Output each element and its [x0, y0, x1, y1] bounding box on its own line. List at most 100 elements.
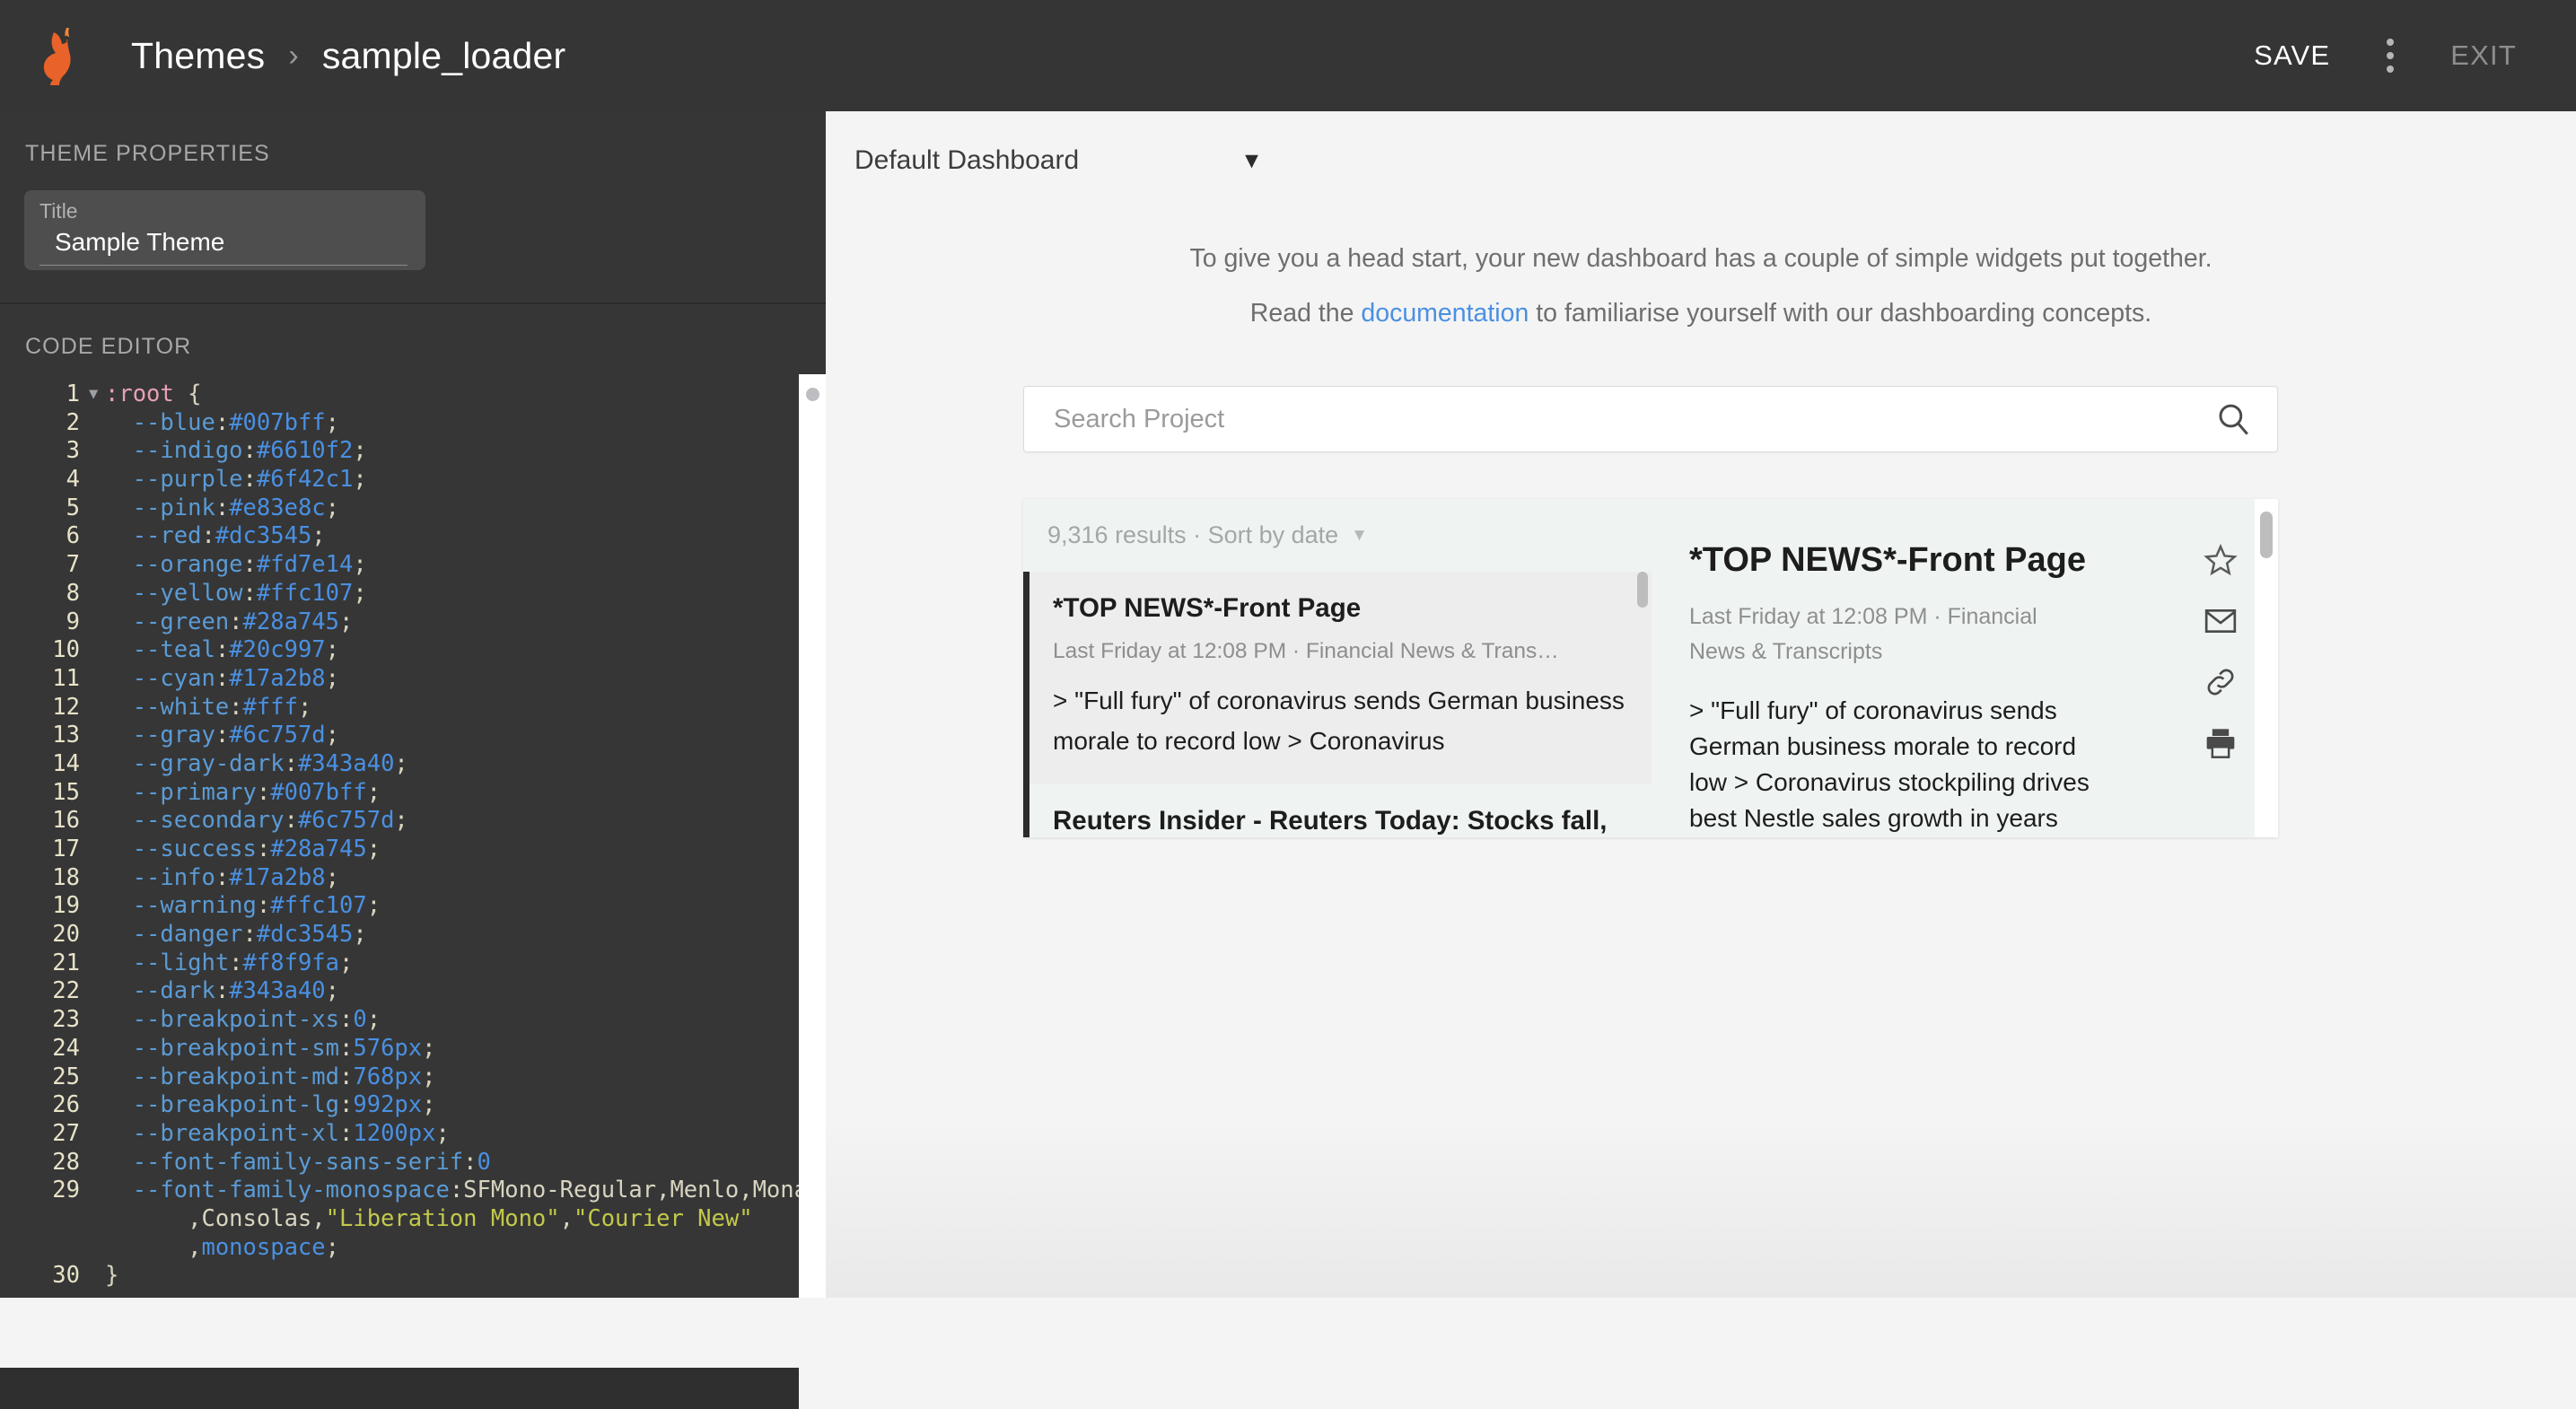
code-text: --breakpoint-lg:992px; — [105, 1091, 436, 1119]
line-number: 2 — [66, 408, 80, 436]
results-panel: 9,316 results · Sort by date ▼ *TOP NEWS… — [1023, 499, 2278, 837]
title-field-label: Title — [39, 199, 78, 223]
detail-meta: Last Friday at 12:08 PM · Financial News… — [1689, 604, 2037, 664]
code-line: 18 --info:#17a2b8; — [0, 864, 799, 893]
search-bar[interactable] — [1023, 386, 2278, 452]
detail-title: *TOP NEWS*-Front Page — [1689, 541, 2086, 579]
search-input[interactable] — [1052, 403, 2214, 435]
code-text: --yellow:#ffc107; — [105, 579, 367, 607]
line-number: 12 — [52, 693, 80, 721]
envelope-icon[interactable] — [2203, 603, 2239, 639]
line-number: 13 — [52, 722, 80, 749]
code-line: 10 --teal:#20c997; — [0, 636, 799, 665]
breadcrumb-root[interactable]: Themes — [126, 35, 270, 77]
left-sidebar: THEME PROPERTIES Title Sample Theme CODE… — [0, 111, 826, 1409]
code-text: --red:#dc3545; — [105, 522, 326, 550]
line-number: 7 — [66, 551, 80, 579]
more-vertical-icon[interactable] — [2362, 28, 2418, 83]
theme-properties-heading: THEME PROPERTIES — [25, 141, 270, 166]
line-number: 30 — [52, 1262, 80, 1290]
code-line: 2 --blue:#007bff; — [0, 409, 799, 438]
results-scrollbar[interactable] — [1637, 572, 1648, 837]
line-number: 19 — [52, 892, 80, 920]
caret-down-icon[interactable]: ▼ — [1351, 526, 1368, 546]
scrollbar-thumb[interactable] — [1637, 572, 1648, 608]
panel-resize-handle[interactable] — [799, 374, 826, 1298]
save-button[interactable]: SAVE — [2234, 27, 2350, 84]
detail-body: > "Full fury" of coronavirus sends Germa… — [1689, 696, 2090, 832]
title-input[interactable]: Sample Theme — [39, 228, 407, 266]
line-number: 28 — [52, 1148, 80, 1176]
code-text: --teal:#20c997; — [105, 636, 340, 664]
results-header: 9,316 results · Sort by date ▼ — [1023, 499, 1652, 572]
code-text: --pink:#e83e8c; — [105, 494, 340, 521]
line-number: 24 — [52, 1034, 80, 1062]
code-text: --info:#17a2b8; — [105, 863, 340, 891]
scrollbar-thumb[interactable] — [2260, 512, 2273, 558]
code-editor[interactable]: 1 ▼:root {2 --blue:#007bff; 3 --indigo:#66… — [0, 381, 799, 1296]
line-number: 3 — [66, 437, 80, 465]
code-line: 6 --red:#dc3545; — [0, 522, 799, 551]
line-number: 4 — [66, 466, 80, 494]
detail-pane: *TOP NEWS*-Front Page Last Friday at 12:… — [1652, 499, 2278, 837]
squirrel-logo-icon — [43, 28, 71, 85]
exit-button[interactable]: EXIT — [2431, 27, 2537, 84]
detail-scrollbar[interactable] — [2255, 499, 2278, 837]
theme-properties-section: THEME PROPERTIES Title Sample Theme — [0, 111, 826, 304]
line-number: 16 — [52, 807, 80, 835]
code-line: 7 --orange:#fd7e14; — [0, 551, 799, 580]
line-number: 29 — [52, 1177, 80, 1204]
search-icon[interactable] — [2214, 400, 2252, 438]
breadcrumb-current: sample_loader — [321, 34, 566, 76]
code-line: 1 ▼:root { — [0, 381, 799, 409]
star-outline-icon[interactable] — [2203, 542, 2239, 578]
list-item[interactable]: Reuters Insider - Reuters Today: Stocks … — [1023, 784, 1652, 837]
code-editor-heading: CODE EDITOR — [25, 334, 192, 359]
code-text: --blue:#007bff; — [105, 408, 340, 436]
code-line: 25 --breakpoint-md:768px; — [0, 1063, 799, 1092]
code-text: --danger:#dc3545; — [105, 921, 367, 949]
code-editor-section: CODE EDITOR 1 ▼:root {2 --blue:#007bff; 3 … — [0, 304, 826, 1296]
code-line: 24 --breakpoint-sm:576px; — [0, 1035, 799, 1063]
line-number: 21 — [52, 949, 80, 976]
sidebar-bottom-bar — [0, 1368, 799, 1409]
code-text: --primary:#007bff; — [105, 778, 381, 806]
results-count[interactable]: 9,316 results · Sort by date — [1047, 521, 1338, 549]
link-icon[interactable] — [2203, 664, 2239, 700]
code-text: --purple:#6f42c1; — [105, 466, 367, 494]
code-line: 23 --breakpoint-xs:0; — [0, 1006, 799, 1035]
intro-text: To give you a head start, your new dashb… — [826, 244, 2576, 328]
code-line: 27 --breakpoint-xl:1200px; — [0, 1120, 799, 1149]
detail-text: *TOP NEWS*-Front Page Last Friday at 12:… — [1689, 537, 2111, 837]
code-text: --font-family-sans-serif:0 — [105, 1148, 491, 1176]
code-line: 14 --gray-dark:#343a40; — [0, 750, 799, 779]
code-line: 20 --danger:#dc3545; — [0, 921, 799, 950]
result-title: *TOP NEWS*-Front Page — [1053, 593, 1362, 623]
fold-toggle-icon[interactable]: ▼ — [85, 381, 105, 409]
code-text: --light:#f8f9fa; — [105, 949, 354, 976]
result-meta: Last Friday at 12:08 PM · Financial News… — [1053, 639, 1559, 663]
code-line: ,monospace; — [0, 1234, 799, 1263]
top-bar: Themes › sample_loader SAVE EXIT — [0, 0, 2576, 111]
line-number: 22 — [52, 977, 80, 1005]
code-line: ,Consolas,"Liberation Mono","Courier New… — [0, 1205, 799, 1234]
search-widget: 9,316 results · Sort by date ▼ *TOP NEWS… — [1023, 386, 2280, 837]
results-list: 9,316 results · Sort by date ▼ *TOP NEWS… — [1023, 499, 1652, 837]
code-text: --secondary:#6c757d; — [105, 807, 408, 835]
code-text: --gray-dark:#343a40; — [105, 749, 408, 777]
print-icon[interactable] — [2203, 725, 2239, 761]
title-field[interactable]: Title Sample Theme — [24, 190, 425, 270]
list-item[interactable]: *TOP NEWS*-Front Page Last Friday at 12:… — [1023, 572, 1652, 784]
code-line: 3 --indigo:#6610f2; — [0, 437, 799, 466]
app-logo[interactable] — [0, 26, 126, 85]
line-number: 26 — [52, 1091, 80, 1119]
detail-actions — [2203, 537, 2239, 837]
code-line: 9 --green:#28a745; — [0, 608, 799, 637]
caret-down-icon[interactable]: ▼ — [1240, 149, 1263, 172]
code-line: 30} — [0, 1262, 799, 1291]
documentation-link[interactable]: documentation — [1361, 299, 1529, 328]
result-body: > "Full fury" of coronavirus sends Germa… — [1053, 687, 1625, 755]
intro-line-2: Read the documentation to familiarise yo… — [826, 299, 2576, 328]
dashboard-selector[interactable]: Default Dashboard ▼ — [826, 111, 2576, 176]
resize-grip-icon — [806, 388, 819, 401]
